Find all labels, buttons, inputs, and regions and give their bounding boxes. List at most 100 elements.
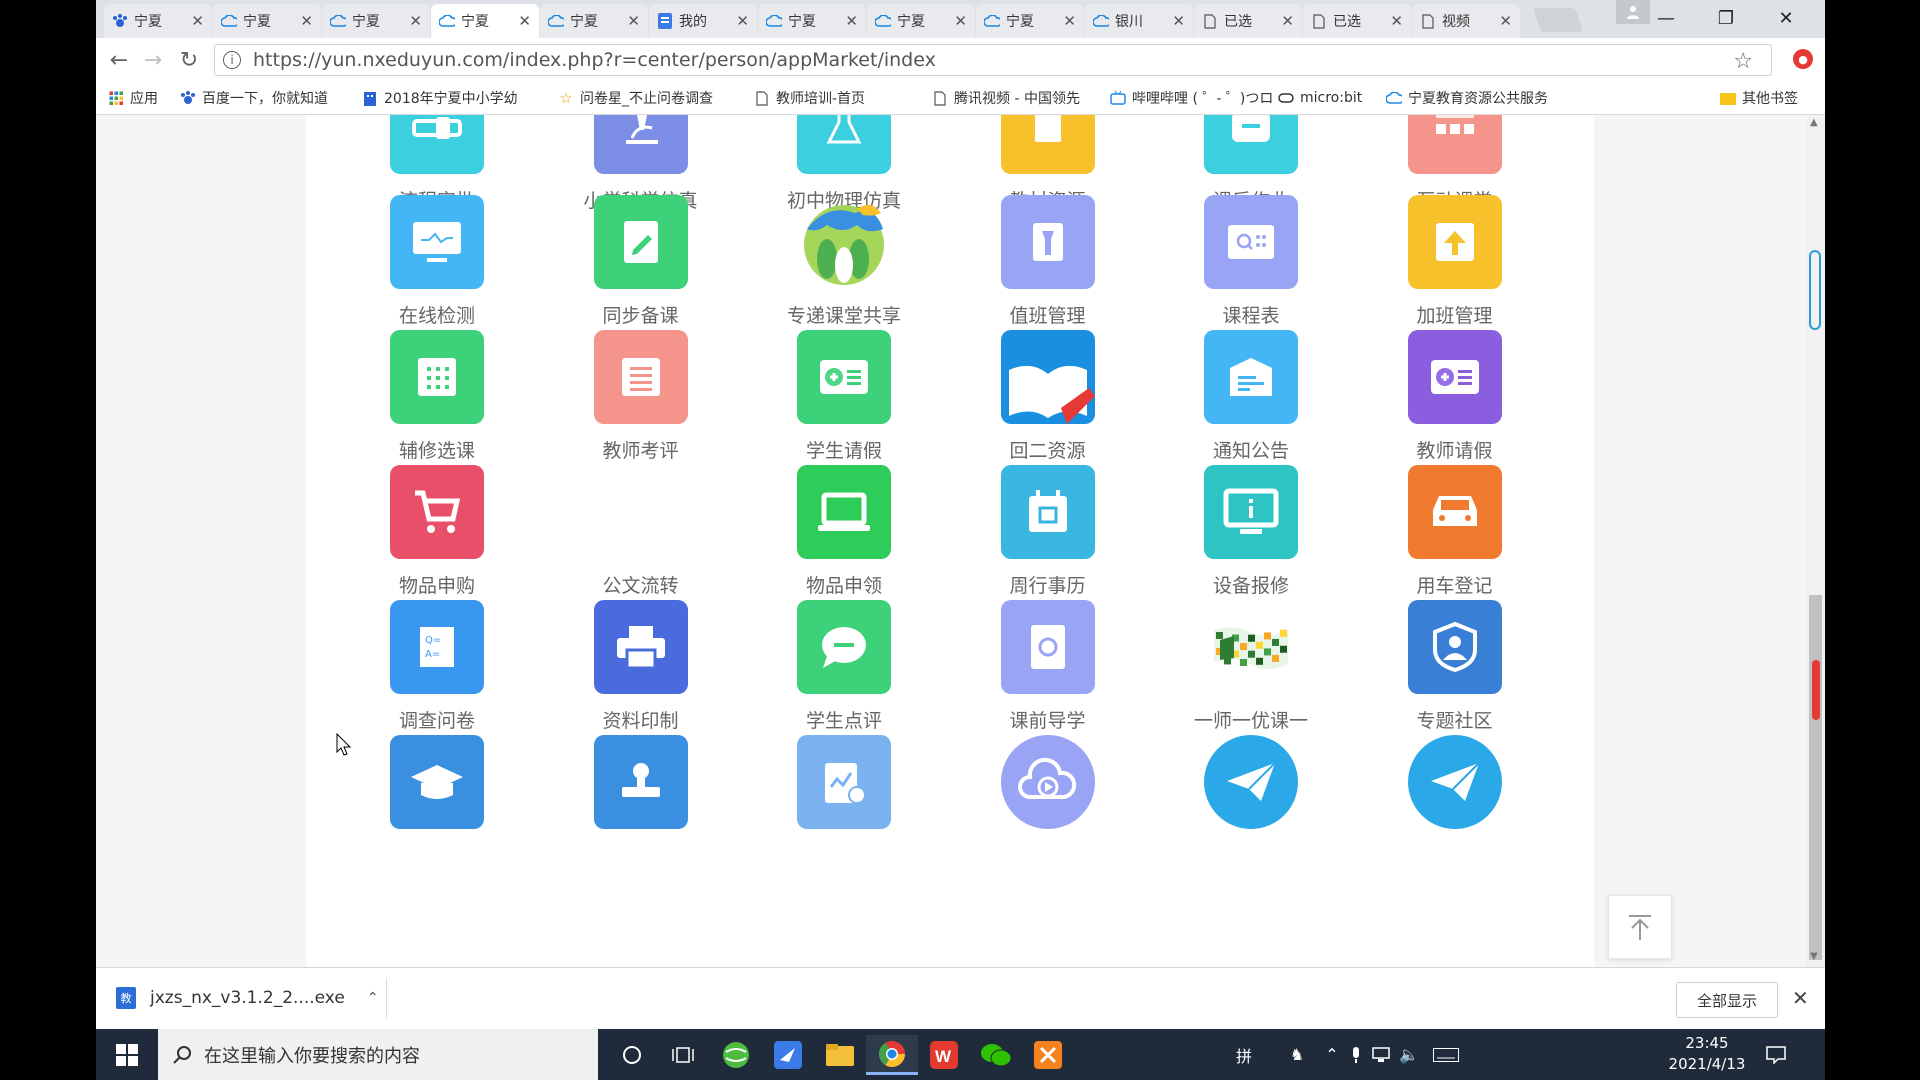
browser-tab[interactable]: 宁夏 ✕	[867, 4, 975, 38]
orange-app-icon	[1034, 1041, 1062, 1069]
app-tile[interactable]	[1176, 735, 1326, 905]
system-clock[interactable]: 23:45 2021/4/13	[1662, 1033, 1752, 1075]
close-tab-icon[interactable]: ✕	[1063, 12, 1076, 30]
address-bar[interactable]: i ☆	[214, 44, 1772, 76]
close-tab-icon[interactable]: ✕	[191, 12, 204, 30]
globe-green-icon	[723, 1042, 749, 1068]
download-item[interactable]: 教 jxzs_nx_v3.1.2_2....exe ⌃	[116, 978, 387, 1018]
repair-monitor-icon	[1204, 465, 1298, 559]
taskbar-app-feishu[interactable]	[762, 1035, 814, 1075]
bookmark-item[interactable]: ☆ 问卷星_不止问卷调查	[558, 88, 713, 108]
bookmark-label: 教师培训-首页	[776, 91, 866, 107]
browser-tab[interactable]: 我的 ✕	[649, 4, 757, 38]
microphone-icon[interactable]	[1346, 1029, 1366, 1080]
close-tab-icon[interactable]: ✕	[845, 12, 858, 30]
browser-tab[interactable]: 宁夏 ✕	[104, 4, 212, 38]
cortana-button[interactable]	[606, 1035, 658, 1075]
taskbar-app-chrome[interactable]	[866, 1035, 918, 1075]
task-view-button[interactable]	[658, 1035, 710, 1075]
taskbar-app-orange[interactable]	[1022, 1035, 1074, 1075]
search-placeholder: 在这里输入你要搜索的内容	[204, 1045, 420, 1067]
extension-icon[interactable]: ●	[1793, 49, 1813, 69]
taskbar-search-box[interactable]: 在这里输入你要搜索的内容	[158, 1029, 598, 1080]
scroll-down-arrow[interactable]: ▼	[1810, 951, 1818, 962]
side-widget-handle[interactable]	[1809, 250, 1821, 330]
restore-button[interactable]: ❐	[1696, 0, 1756, 36]
bookmark-item[interactable]: micro:bit	[1278, 88, 1362, 108]
bookmark-item[interactable]: 2018年宁夏中小学幼	[362, 88, 518, 108]
app-tile[interactable]	[1380, 735, 1530, 905]
browser-tab[interactable]: 宁夏 ✕	[976, 4, 1084, 38]
other-bookmarks[interactable]: 其他书签	[1720, 88, 1798, 108]
show-hidden-icons-chevron[interactable]: ⌃	[1320, 1029, 1344, 1080]
app-tile[interactable]	[973, 735, 1123, 905]
ime-indicator[interactable]: 拼	[1226, 1029, 1262, 1080]
forward-button[interactable]: →	[138, 46, 168, 74]
close-tab-icon[interactable]: ✕	[1281, 12, 1294, 30]
app-tile[interactable]	[362, 735, 512, 905]
browser-tab[interactable]: 宁夏 ✕	[322, 4, 430, 38]
close-window-button[interactable]: ✕	[1756, 0, 1816, 36]
page-scrollbar[interactable]: ▲ ▼	[1806, 115, 1825, 967]
taskbar-app-wechat[interactable]	[970, 1035, 1022, 1075]
back-to-top-button[interactable]	[1608, 895, 1672, 959]
browser-tab[interactable]: 已选 ✕	[1194, 4, 1302, 38]
printer-icon	[593, 600, 688, 694]
close-tab-icon[interactable]: ✕	[518, 12, 531, 30]
bookmark-item[interactable]: 教师培训-首页	[754, 88, 865, 108]
browser-tab[interactable]: 视频 ✕	[1412, 4, 1520, 38]
bookmark-star-icon[interactable]: ☆	[1733, 49, 1753, 74]
bookmark-item[interactable]: 腾讯视频 - 中国领先	[932, 88, 1080, 108]
browser-tab[interactable]: 宁夏 ✕	[540, 4, 648, 38]
close-tab-icon[interactable]: ✕	[300, 12, 313, 30]
browser-tab[interactable]: 银川 ✕	[1085, 4, 1193, 38]
blank-tile	[594, 465, 688, 559]
reload-button[interactable]: ↻	[174, 46, 204, 74]
bookmark-item[interactable]: 百度一下，你就知道	[180, 88, 328, 108]
close-tab-icon[interactable]: ✕	[1172, 12, 1185, 30]
show-all-downloads-button[interactable]: 全部显示	[1676, 982, 1778, 1018]
close-tab-icon[interactable]: ✕	[954, 12, 967, 30]
schedule-icon	[1204, 195, 1298, 289]
taskbar-app-wps[interactable]: W	[918, 1035, 970, 1075]
chevron-up-icon[interactable]: ⌃	[367, 990, 379, 1006]
action-center-icon[interactable]	[1758, 1029, 1794, 1080]
app-tile[interactable]	[566, 735, 716, 905]
minimize-button[interactable]: —	[1636, 0, 1696, 36]
volume-icon[interactable]: 🔈	[1396, 1029, 1422, 1080]
close-tab-icon[interactable]: ✕	[1390, 12, 1403, 30]
keyboard-icon[interactable]	[1428, 1029, 1464, 1080]
tab-title: 银川	[1115, 14, 1143, 30]
taskbar-app-explorer[interactable]	[814, 1035, 866, 1075]
bookmark-item[interactable]: 宁夏教育资源公共服务	[1386, 88, 1548, 108]
bookmark-label: 腾讯视频 - 中国领先	[954, 91, 1080, 107]
url-input[interactable]	[251, 48, 1655, 72]
browser-tab[interactable]: 宁夏 ✕	[431, 4, 539, 38]
close-shelf-icon[interactable]: ✕	[1792, 986, 1809, 1010]
tab-title: 视频	[1442, 14, 1470, 30]
taskbar-app-browser-360[interactable]	[710, 1035, 762, 1075]
start-button[interactable]	[96, 1029, 158, 1080]
browser-tab[interactable]: 已选 ✕	[1303, 4, 1411, 38]
people-icon[interactable]: ♞	[1282, 1029, 1312, 1080]
site-info-icon[interactable]: i	[223, 51, 241, 69]
bookmark-item[interactable]: 哔哩哔哩 ( ゜- ゜)つロ	[1110, 88, 1273, 108]
folder-icon	[826, 1044, 854, 1066]
browser-tab[interactable]: 宁夏 ✕	[758, 4, 866, 38]
app-tile[interactable]	[769, 735, 919, 905]
new-tab-button[interactable]	[1533, 8, 1583, 32]
scroll-up-arrow[interactable]: ▲	[1810, 117, 1818, 128]
community-icon	[1407, 600, 1502, 694]
cortana-ring-icon	[623, 1046, 641, 1064]
close-tab-icon[interactable]: ✕	[409, 12, 422, 30]
close-tab-icon[interactable]: ✕	[1499, 12, 1512, 30]
app-name: 教师请假	[1416, 440, 1493, 462]
back-button[interactable]: ←	[104, 46, 134, 74]
bookmark-item[interactable]: 应用	[108, 88, 158, 108]
browser-tab[interactable]: 宁夏 ✕	[213, 4, 321, 38]
scrollbar-thumb[interactable]	[1809, 595, 1822, 960]
bookmark-label: 问卷星_不止问卷调查	[580, 91, 713, 107]
close-tab-icon[interactable]: ✕	[627, 12, 640, 30]
network-icon[interactable]	[1368, 1029, 1394, 1080]
close-tab-icon[interactable]: ✕	[736, 12, 749, 30]
